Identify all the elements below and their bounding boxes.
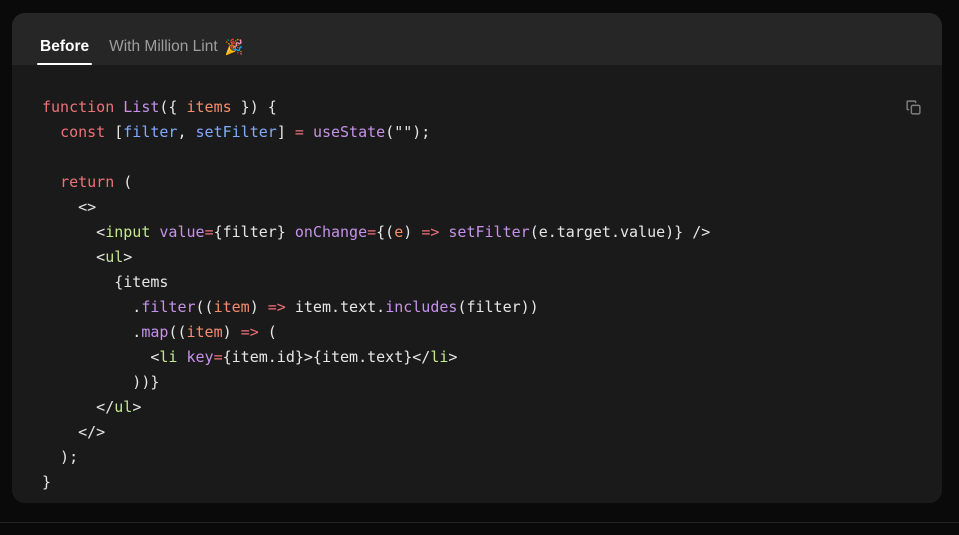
code-token: ul <box>105 248 124 266</box>
code-token: filter <box>141 298 196 316</box>
code-token: ) <box>403 223 422 241</box>
code-line: .map((item) => ( <box>42 323 277 341</box>
tab-before[interactable]: Before <box>30 37 99 66</box>
code-token: onChange <box>294 223 368 241</box>
code-token: value <box>159 223 205 241</box>
code-token: filter <box>123 123 178 141</box>
code-token: {filter} <box>213 223 295 241</box>
tab-bar: Before With Million Lint 🎉 <box>12 13 942 65</box>
code-token: </ <box>42 398 115 416</box>
code-token: => <box>421 223 440 241</box>
code-token: map <box>141 323 169 341</box>
code-line: <> <box>42 198 96 216</box>
page-root: Before With Million Lint 🎉 function List({… <box>0 0 959 535</box>
code-token: }) { <box>231 98 277 116</box>
code-token: ul <box>114 398 133 416</box>
code-line: return ( <box>42 173 132 191</box>
code-token: > <box>132 398 142 416</box>
code-token: item <box>213 298 250 316</box>
code-viewer: function List({ items }) { const [filter… <box>12 65 942 503</box>
code-token: </> <box>42 423 106 441</box>
code-token: useState <box>312 123 386 141</box>
code-line: {items <box>42 273 168 291</box>
code-token: = <box>367 223 377 241</box>
code-line: } <box>42 473 51 491</box>
code-token: < <box>42 223 106 241</box>
code-token: li <box>430 348 449 366</box>
code-token: {item.id}>{item.text}</ <box>222 348 431 366</box>
code-line: ))} <box>42 373 159 391</box>
code-token: setFilter <box>448 223 530 241</box>
code-token: ({ <box>159 98 187 116</box>
code-token: ))} <box>42 373 160 391</box>
code-token: > <box>448 348 458 366</box>
code-token: < <box>42 348 160 366</box>
code-token: > <box>123 248 133 266</box>
code-token: => <box>240 323 259 341</box>
code-token: e <box>394 223 404 241</box>
code-line: ); <box>42 448 78 466</box>
code-token: {( <box>376 223 395 241</box>
copy-icon[interactable] <box>901 95 925 119</box>
code-token: item <box>186 323 223 341</box>
code-line: .filter((item) => item.text.includes(fil… <box>42 298 539 316</box>
code-token: (( <box>195 298 214 316</box>
tab-label: Before <box>40 37 90 55</box>
code-token: item.text. <box>285 298 386 316</box>
code-token: {items <box>42 273 169 291</box>
code-comparison-card: Before With Million Lint 🎉 function List({… <box>12 13 942 503</box>
code-token: } <box>42 473 52 491</box>
code-token: ] <box>276 123 295 141</box>
code-token: input <box>105 223 151 241</box>
code-token: const <box>60 123 106 141</box>
code-token: (""); <box>385 123 431 141</box>
code-token: items <box>186 98 232 116</box>
tab-label: With Million Lint <box>109 37 218 55</box>
code-token: = <box>204 223 214 241</box>
code-token: = <box>213 348 223 366</box>
code-token: = <box>294 123 304 141</box>
code-line: <input value={filter} onChange={(e) => s… <box>42 223 710 241</box>
code-block: function List({ items }) { const [filter… <box>12 65 942 495</box>
code-line: </> <box>42 423 105 441</box>
code-token: , <box>177 123 196 141</box>
code-token: => <box>267 298 286 316</box>
code-line: <li key={item.id}>{item.text}</li> <box>42 348 457 366</box>
code-token: key <box>186 348 214 366</box>
code-token: function <box>42 98 124 116</box>
code-token: < <box>42 248 106 266</box>
code-token: (( <box>168 323 187 341</box>
tab-with-million-lint[interactable]: With Million Lint 🎉 <box>99 37 253 66</box>
code-token: <> <box>42 198 97 216</box>
code-token: ) <box>249 298 268 316</box>
code-token: ( <box>258 323 277 341</box>
party-popper-icon: 🎉 <box>224 38 244 56</box>
code-token: li <box>159 348 178 366</box>
code-line: function List({ items }) { <box>42 98 277 116</box>
code-token: setFilter <box>195 123 277 141</box>
code-token: . <box>42 323 142 341</box>
code-line: </ul> <box>42 398 141 416</box>
code-token: return <box>60 173 115 191</box>
code-token: . <box>42 298 142 316</box>
code-line: <ul> <box>42 248 132 266</box>
code-line: const [filter, setFilter] = useState("")… <box>42 123 430 141</box>
code-token: [ <box>105 123 124 141</box>
code-token: ) <box>222 323 241 341</box>
bottom-divider <box>0 522 959 523</box>
code-token: ); <box>42 448 79 466</box>
code-token: (e.target.value)} /> <box>529 223 711 241</box>
code-token: includes <box>385 298 458 316</box>
code-token: ( <box>114 173 133 191</box>
copy-icon-glyph <box>905 99 921 115</box>
code-token: List <box>123 98 160 116</box>
code-token: (filter)) <box>457 298 539 316</box>
